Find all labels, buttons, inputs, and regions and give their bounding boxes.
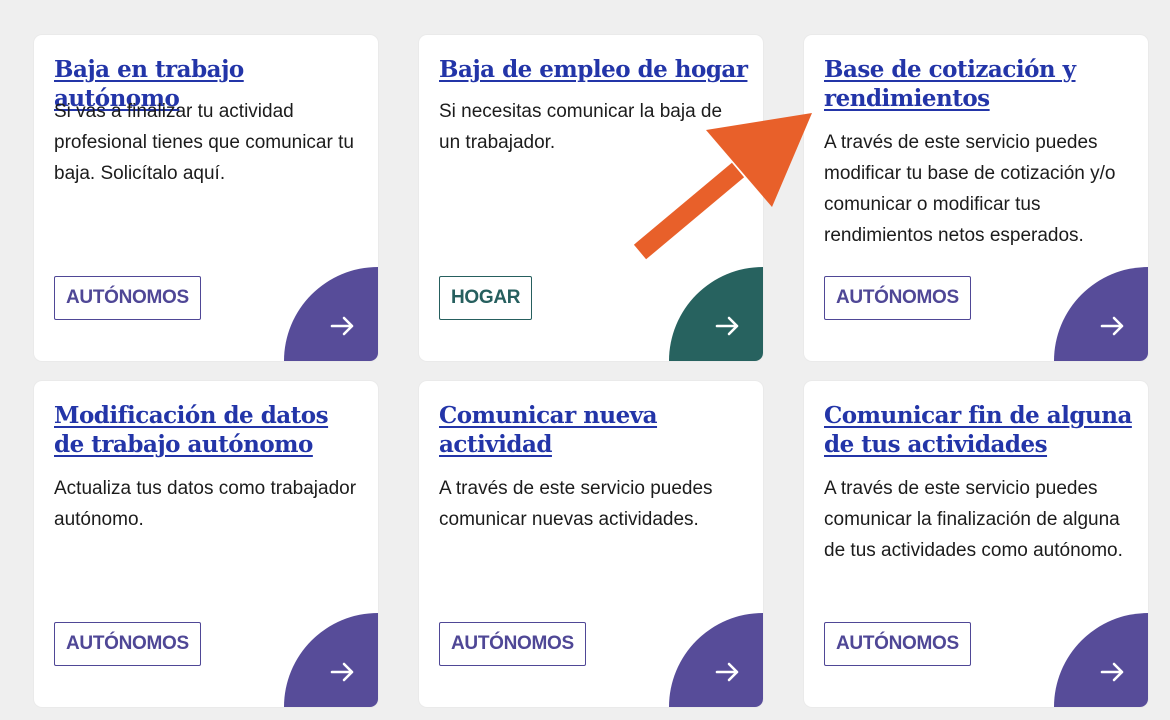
arrow-right-icon (715, 316, 739, 336)
arrow-right-icon (330, 316, 354, 336)
card-title-link[interactable]: Base de cotización y rendimientos (824, 55, 1134, 113)
service-card-modificacion-datos: Modificación de datos de trabajo autónom… (34, 381, 378, 707)
category-tag[interactable]: AUTÓNOMOS (54, 276, 201, 320)
category-tag[interactable]: HOGAR (439, 276, 533, 320)
card-description: A través de este servicio puedes modific… (824, 132, 1116, 246)
category-tag[interactable]: AUTÓNOMOS (439, 622, 586, 666)
card-go-button[interactable] (1054, 267, 1148, 361)
card-go-button[interactable] (669, 613, 763, 707)
arrow-right-icon (1100, 316, 1124, 336)
card-description: A través de este servicio puedes comunic… (824, 478, 1123, 561)
card-go-button[interactable] (669, 267, 763, 361)
card-title-link[interactable]: Modificación de datos de trabajo autónom… (54, 401, 364, 459)
service-card-base-cotizacion: Base de cotización y rendimientos A trav… (804, 35, 1148, 361)
arrow-right-icon (715, 662, 739, 682)
arrow-right-icon (330, 662, 354, 682)
category-tag[interactable]: AUTÓNOMOS (824, 622, 971, 666)
card-description: Actualiza tus datos como trabajador autó… (54, 478, 357, 530)
service-card-nueva-actividad: Comunicar nueva actividad A través de es… (419, 381, 763, 707)
card-title-link[interactable]: Baja de empleo de hogar (439, 55, 749, 84)
arrow-right-icon (1100, 662, 1124, 682)
card-description: Si vas a finalizar tu actividad profesio… (54, 101, 354, 184)
service-card-baja-autonomo: Baja en trabajo autónomo Si vas a finali… (34, 35, 378, 361)
card-go-button[interactable] (284, 267, 378, 361)
category-tag[interactable]: AUTÓNOMOS (54, 622, 201, 666)
card-title-link[interactable]: Comunicar nueva actividad (439, 401, 749, 459)
card-go-button[interactable] (284, 613, 378, 707)
card-title-link[interactable]: Comunicar fin de alguna de tus actividad… (824, 401, 1134, 459)
service-card-baja-hogar: Baja de empleo de hogar Si necesitas com… (419, 35, 763, 361)
card-description: Si necesitas comunicar la baja de un tra… (439, 101, 723, 153)
service-card-grid: Baja en trabajo autónomo Si vas a finali… (0, 0, 1170, 720)
service-card-fin-actividad: Comunicar fin de alguna de tus actividad… (804, 381, 1148, 707)
category-tag[interactable]: AUTÓNOMOS (824, 276, 971, 320)
card-go-button[interactable] (1054, 613, 1148, 707)
card-description: A través de este servicio puedes comunic… (439, 478, 713, 530)
